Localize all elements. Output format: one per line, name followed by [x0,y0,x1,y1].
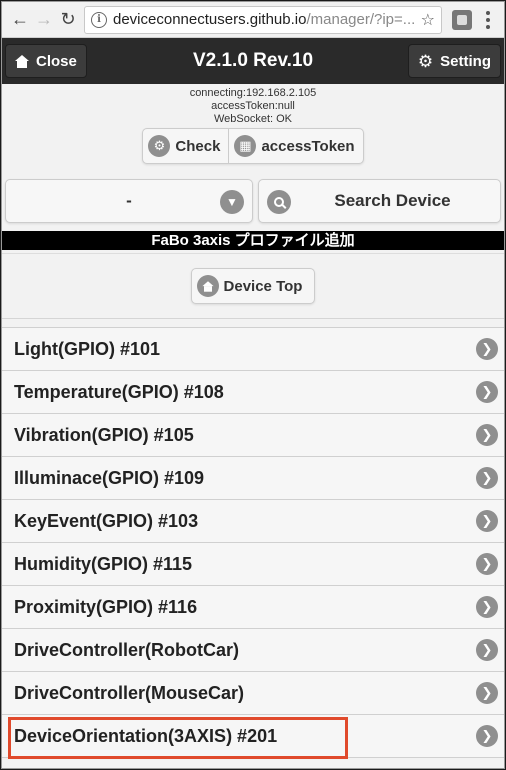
info-icon[interactable]: i [91,11,107,28]
reload-icon[interactable]: ↻ [56,8,80,32]
list-item-label: Illuminace(GPIO) #109 [14,467,205,488]
device-select[interactable]: - ▼ [5,179,253,223]
check-token-group: ⚙ Check ▦ accessToken [142,128,364,164]
setting-button[interactable]: ⚙ Setting [407,44,501,78]
close-button-label: Close [36,52,77,70]
list-item-label: Light(GPIO) #101 [14,338,161,359]
profile-title: FaBo 3axis プロファイル追加 [2,231,504,250]
list-item-label: Temperature(GPIO) #108 [14,381,224,402]
chevron-right-icon: ❯ [476,725,498,747]
device-top-section: Device Top [2,253,504,319]
device-top-button[interactable]: Device Top [190,268,316,304]
list-item[interactable]: Illuminace(GPIO) #109 ❯ [2,457,504,500]
browser-window: ← → ↻ i deviceconnectusers.github.io/man… [1,1,505,769]
list-item-label: DriveController(MouseCar) [14,682,245,703]
connection-status: connecting:192.168.2.105 accessToken:nul… [2,84,504,128]
setting-button-label: Setting [440,52,491,70]
access-token-button-label: accessToken [261,137,355,155]
browser-toolbar: ← → ↻ i deviceconnectusers.github.io/man… [2,2,504,38]
list-item[interactable]: Proximity(GPIO) #116 ❯ [2,586,504,629]
bookmark-star-icon[interactable]: ☆ [417,10,435,30]
chevron-right-icon: ❯ [476,381,498,403]
list-item[interactable]: DeviceOrientation(3AXIS) #201 ❯ [2,715,504,759]
search-icon [267,190,291,214]
list-item[interactable]: Temperature(GPIO) #108 ❯ [2,371,504,414]
check-button-label: Check [175,137,221,155]
websocket-text: WebSocket: OK [213,113,293,125]
access-token-text: accessToken:null [211,100,295,112]
url-path: /manager/?ip=... [306,11,416,28]
action-button-group: ⚙ Check ▦ accessToken [2,128,504,164]
search-device-label: Search Device [334,191,451,210]
url-host: deviceconnectusers.github.io [113,11,307,28]
home-icon [196,275,219,297]
back-arrow-icon[interactable]: ← [8,8,32,32]
search-device-button[interactable]: Search Device [258,179,501,223]
list-item-label: DriveController(RobotCar) [14,639,240,660]
list-item[interactable]: Light(GPIO) #101 ❯ [2,328,504,371]
device-controls: - ▼ Search Device [2,179,504,223]
chevron-right-icon: ❯ [476,424,498,446]
access-token-button[interactable]: ▦ accessToken [228,129,362,163]
list-item-label: Vibration(GPIO) #105 [14,424,194,445]
list-item-label: DeviceOrientation(3AXIS) #201 [14,725,278,746]
list-item-label: Humidity(GPIO) #115 [14,553,193,574]
chevron-right-icon: ❯ [476,596,498,618]
grid-icon: ▦ [234,135,257,157]
address-bar[interactable]: i deviceconnectusers.github.io/manager/?… [84,5,442,34]
app-header: Close V2.1.0 Rev.10 ⚙ Setting [2,38,504,84]
chevron-right-icon: ❯ [476,553,498,575]
check-button[interactable]: ⚙ Check [143,129,228,163]
close-button[interactable]: Close [5,44,87,78]
browser-menu-icon[interactable] [478,10,498,29]
list-item[interactable]: DriveController(MouseCar) ❯ [2,672,504,715]
chevron-right-icon: ❯ [476,467,498,489]
gear-icon: ⚙ [417,51,434,71]
chevron-right-icon: ❯ [476,639,498,661]
forward-arrow-icon[interactable]: → [32,8,56,32]
gear-icon: ⚙ [148,135,171,157]
connecting-text: connecting:192.168.2.105 [189,87,317,99]
device-top-label: Device Top [223,277,303,295]
chevron-right-icon: ❯ [476,338,498,360]
list-item[interactable]: Vibration(GPIO) #105 ❯ [2,414,504,457]
chevron-down-icon: ▼ [220,190,244,214]
extension-icon[interactable] [452,9,472,30]
chevron-right-icon: ❯ [476,682,498,704]
profile-list: Light(GPIO) #101 ❯ Temperature(GPIO) #108 ❯… [2,327,504,759]
device-select-value: - [126,191,132,210]
chevron-right-icon: ❯ [476,510,498,532]
list-item[interactable]: DriveController(RobotCar) ❯ [2,629,504,672]
list-item-label: KeyEvent(GPIO) #103 [14,510,199,531]
list-item[interactable]: KeyEvent(GPIO) #103 ❯ [2,500,504,543]
list-item-label: Proximity(GPIO) #116 [14,596,198,617]
list-item[interactable]: Humidity(GPIO) #115 ❯ [2,543,504,586]
home-icon [15,54,29,68]
